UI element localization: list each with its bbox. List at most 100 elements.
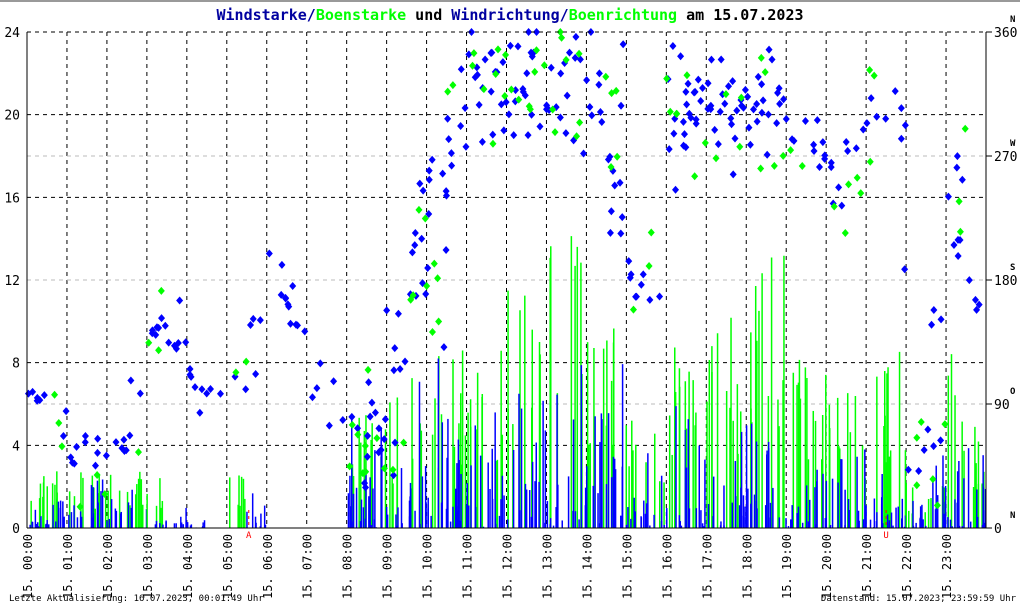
gust-direction-point	[961, 124, 969, 133]
gust-direction-point	[51, 390, 59, 399]
wind-direction-point	[557, 69, 565, 78]
wind-direction-point	[683, 100, 691, 109]
wind-direction-point	[308, 393, 316, 402]
wind-direction-point	[59, 431, 67, 440]
wind-direction-point	[313, 384, 321, 393]
wind-direction-point	[536, 122, 544, 131]
x-tick-label: 15. 17:00	[700, 534, 714, 599]
x-tick-label: 15. 09:00	[381, 534, 395, 599]
gust-direction-point	[470, 49, 478, 58]
wind-direction-point	[256, 316, 264, 325]
wind-direction-point	[396, 364, 404, 373]
gust-direction-point	[757, 164, 765, 173]
wind-direction-point	[618, 213, 626, 222]
wind-direction-point	[763, 150, 771, 159]
gust-direction-point	[933, 501, 941, 510]
gust-direction-point	[134, 448, 142, 457]
compass-label: O	[1010, 387, 1016, 397]
gust-direction-point	[647, 228, 655, 237]
wind-direction-point	[773, 119, 781, 128]
wind-direction-point	[383, 306, 391, 315]
wind-direction-point	[680, 130, 688, 139]
compass-label: W	[1010, 139, 1016, 149]
left-tick-label: 12	[4, 274, 20, 289]
x-tick-label: 15. 02:00	[101, 534, 115, 599]
gust-direction-point	[913, 433, 921, 442]
wind-direction-point	[873, 112, 881, 121]
wind-direction-point	[729, 170, 737, 179]
wind-direction-point	[953, 163, 961, 172]
wind-direction-point	[744, 92, 752, 101]
wind-direction-point	[287, 319, 295, 328]
wind-direction-point	[741, 85, 749, 94]
gust-direction-point	[502, 50, 510, 59]
wind-direction-point	[411, 229, 419, 238]
wind-direction-point	[782, 114, 790, 123]
wind-direction-point	[859, 125, 867, 134]
wind-direction-point	[928, 320, 936, 329]
gust-direction-point	[558, 33, 566, 42]
gust-direction-point	[941, 420, 949, 429]
wind-direction-point	[562, 129, 570, 138]
gust-direction-point	[489, 139, 497, 148]
wind-direction-point	[694, 75, 702, 84]
wind-direction-point	[186, 364, 194, 373]
wind-direction-point	[390, 366, 398, 375]
gust-direction-point	[866, 65, 874, 74]
x-tick-label: 15. 08:00	[341, 534, 355, 599]
wind-direction-point	[759, 96, 767, 105]
wind-direction-point	[182, 338, 190, 347]
compass-label: N	[1010, 15, 1015, 25]
wind-direction-point	[391, 344, 399, 353]
gust-direction-point	[507, 85, 515, 94]
wind-direction-point	[731, 134, 739, 143]
wind-direction-point	[637, 280, 645, 289]
wind-direction-point	[524, 131, 532, 140]
wind-direction-point	[198, 385, 206, 394]
wind-direction-point	[768, 55, 776, 64]
wind-direction-point	[416, 179, 424, 188]
gust-direction-point	[428, 328, 436, 337]
wind-direction-point	[679, 117, 687, 126]
wind-direction-point	[753, 117, 761, 126]
gust-direction-point	[157, 286, 165, 295]
sun-marker-label: U	[883, 531, 888, 541]
gust-direction-point	[917, 417, 925, 426]
gust-direction-point	[691, 172, 699, 181]
wind-direction-point	[348, 412, 356, 421]
wind-direction-point	[547, 63, 555, 72]
wind-direction-point	[442, 246, 450, 255]
wind-direction-point	[953, 152, 961, 161]
gust-direction-point	[58, 442, 66, 451]
wind-direction-point	[852, 144, 860, 153]
wind-direction-point	[499, 58, 507, 67]
gust-direction-point	[242, 357, 250, 366]
wind-direction-point	[714, 140, 722, 149]
left-tick-label: 24	[4, 26, 20, 41]
wind-direction-point	[418, 234, 426, 243]
wind-direction-point	[408, 248, 416, 257]
gust-direction-point	[373, 434, 381, 443]
gust-direction-point	[613, 152, 621, 161]
wind-direction-point	[461, 103, 469, 112]
x-tick-label: 15. 14:00	[580, 534, 594, 599]
gust-direction-point	[866, 157, 874, 166]
wind-direction-point	[120, 435, 128, 444]
wind-direction-point	[161, 321, 169, 330]
wind-direction-point	[381, 415, 389, 424]
wind-direction-point	[94, 434, 102, 443]
gust-direction-point	[415, 205, 423, 214]
wind-direction-point	[758, 80, 766, 89]
data-timestamp: Datenstand: 15.07.2023, 23:59:59 Uhr	[820, 594, 1016, 604]
wind-direction-point	[835, 183, 843, 192]
wind-direction-point	[523, 69, 531, 78]
wind-direction-point	[488, 48, 496, 57]
right-tick-label: 0	[994, 522, 1002, 537]
wind-direction-point	[639, 270, 647, 279]
x-tick-label: 15. 22:00	[900, 534, 914, 599]
gust-direction-point	[645, 262, 653, 271]
wind-direction-point	[765, 45, 773, 54]
gust-direction-point	[761, 68, 769, 77]
wind-direction-point	[411, 241, 419, 250]
wind-direction-point	[325, 421, 333, 430]
